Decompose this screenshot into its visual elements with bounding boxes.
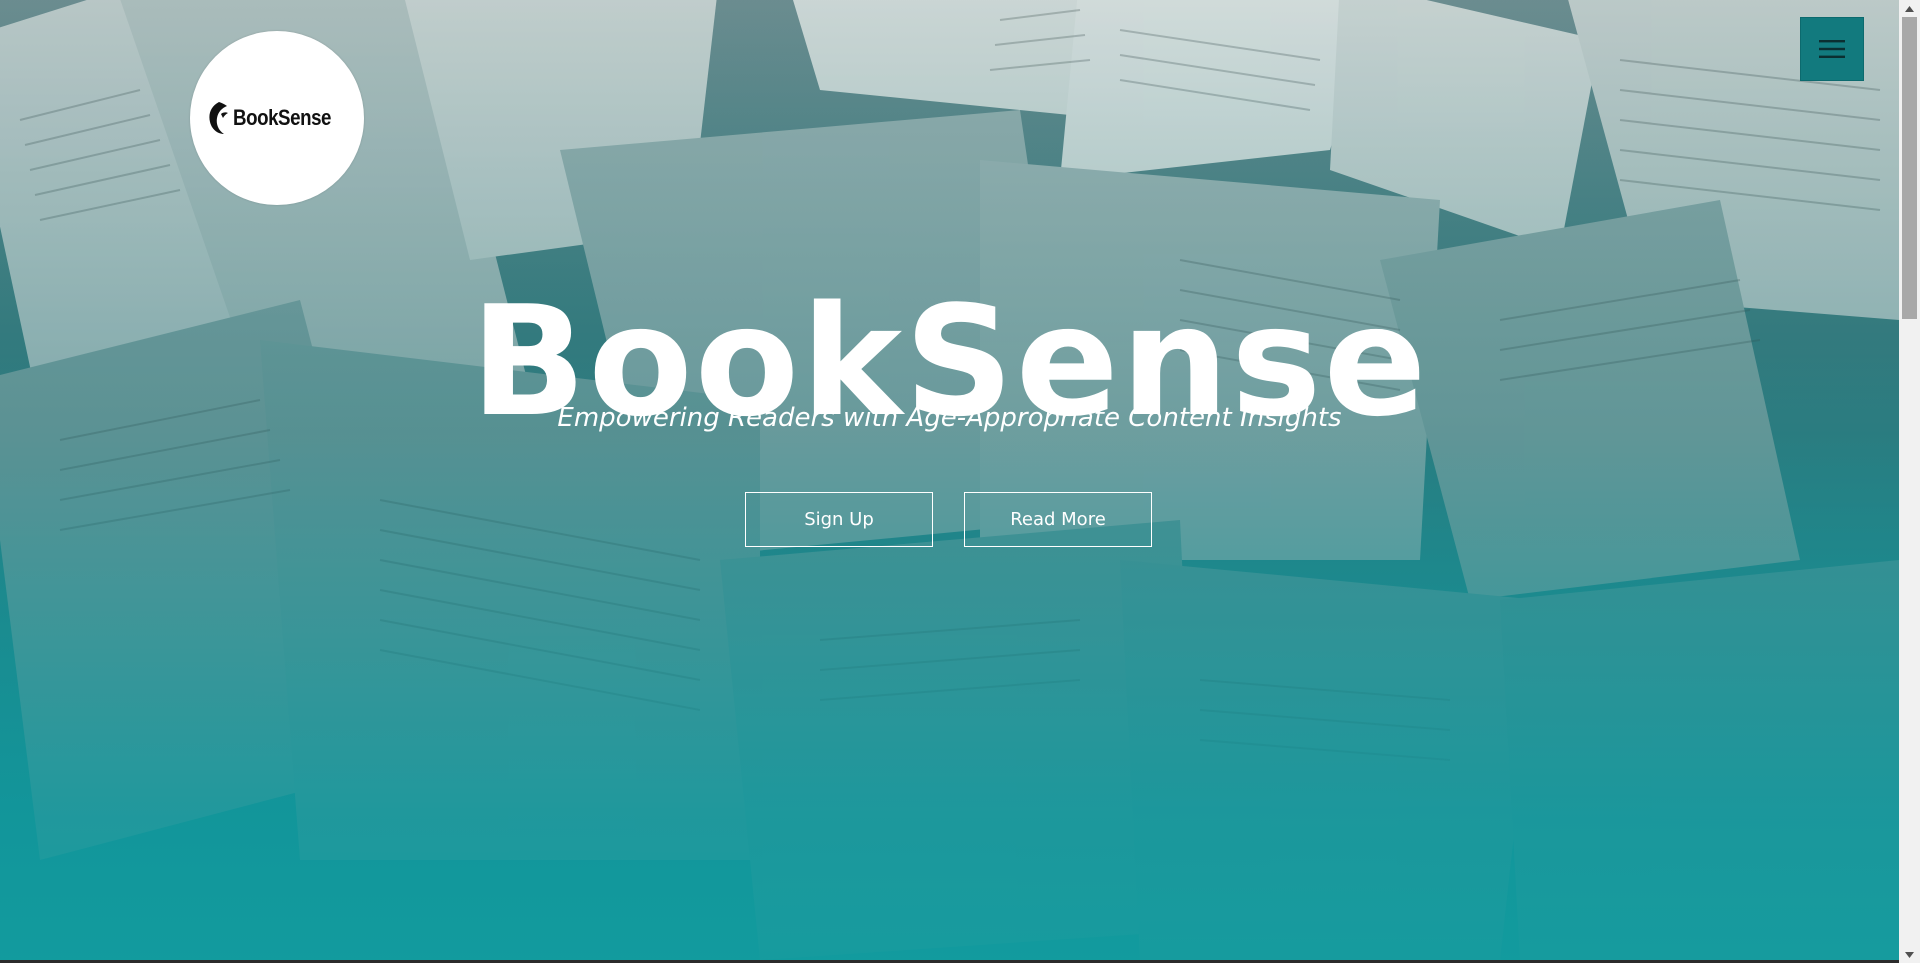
sign-up-button[interactable]: Sign Up (745, 492, 933, 547)
scrollbar-thumb[interactable] (1902, 17, 1917, 319)
brand-logo[interactable]: BookSense (190, 31, 364, 205)
read-more-button[interactable]: Read More (964, 492, 1152, 547)
booksense-logo-icon (209, 102, 229, 134)
hero-subtitle: Empowering Readers with Age-Appropriate … (557, 403, 1342, 433)
hero-section: BookSense BookSense Empowering Readers w… (0, 0, 1899, 960)
hamburger-menu-icon (1819, 40, 1845, 58)
scroll-down-arrow-icon[interactable] (1899, 946, 1920, 963)
page: BookSense BookSense Empowering Readers w… (0, 0, 1899, 963)
brand-logo-text: BookSense (233, 105, 332, 130)
hamburger-menu-button[interactable] (1800, 17, 1864, 81)
vertical-scrollbar[interactable] (1899, 0, 1920, 963)
brand-logo-inner: BookSense (205, 100, 348, 136)
scroll-up-arrow-icon[interactable] (1899, 0, 1920, 17)
